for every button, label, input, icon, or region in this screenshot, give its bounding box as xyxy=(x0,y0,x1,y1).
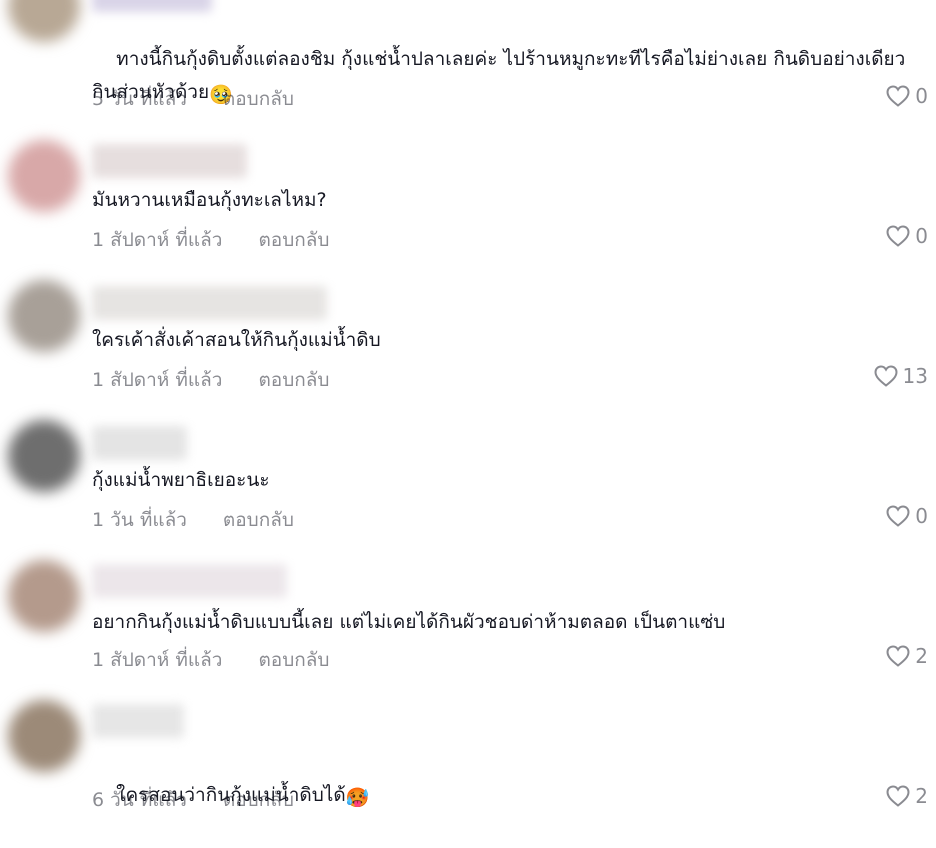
like-button[interactable]: 2 xyxy=(885,784,928,808)
timestamp: 1 สัปดาห์ ที่แล้ว xyxy=(92,369,223,391)
reply-button[interactable]: ตอบกลับ xyxy=(258,369,329,391)
reply-button[interactable]: ตอบกลับ xyxy=(258,229,329,251)
avatar[interactable] xyxy=(8,280,80,352)
comment-meta: 1 สัปดาห์ ที่แล้ว ตอบกลับ xyxy=(92,365,329,395)
reply-button[interactable]: ตอบกลับ xyxy=(258,649,329,671)
timestamp: 5 วัน ที่แล้ว xyxy=(92,88,187,110)
avatar[interactable] xyxy=(8,140,80,212)
timestamp: 1 สัปดาห์ ที่แล้ว xyxy=(92,649,223,671)
reply-button[interactable]: ตอบกลับ xyxy=(223,88,294,110)
username-redacted xyxy=(92,564,287,598)
like-count: 13 xyxy=(902,364,928,388)
timestamp: 6 วัน ที่แล้ว xyxy=(92,789,187,811)
like-button[interactable]: 0 xyxy=(885,84,928,108)
reply-button[interactable]: ตอบกลับ xyxy=(223,509,294,531)
username-redacted xyxy=(92,426,187,460)
comment-meta: 6 วัน ที่แล้ว ตอบกลับ xyxy=(92,785,294,815)
like-count: 2 xyxy=(915,644,928,668)
comment-meta: 1 วัน ที่แล้ว ตอบกลับ xyxy=(92,505,294,535)
reply-button[interactable]: ตอบกลับ xyxy=(223,789,294,811)
like-count: 0 xyxy=(915,84,928,108)
heart-icon xyxy=(874,365,898,387)
comment-text: ทางนี้กินกุ้งดิบตั้งแต่ลองชิม กุ้งแช่น้ำ… xyxy=(92,10,928,145)
heart-icon xyxy=(886,85,910,107)
comment-text: มันหวานเหมือนกุ้งทะเลไหม? xyxy=(92,189,327,211)
like-count: 0 xyxy=(915,504,928,528)
like-count: 2 xyxy=(915,784,928,808)
timestamp: 1 วัน ที่แล้ว xyxy=(92,509,187,531)
like-button[interactable]: 0 xyxy=(885,504,928,528)
comment-meta: 1 สัปดาห์ ที่แล้ว ตอบกลับ xyxy=(92,645,329,675)
avatar[interactable] xyxy=(8,420,80,492)
like-button[interactable]: 13 xyxy=(873,364,928,388)
username-redacted xyxy=(92,704,184,738)
comment-text: กุ้งแม่น้ำพยาธิเยอะนะ xyxy=(92,469,270,491)
emoji: 🥵 xyxy=(345,787,370,809)
avatar[interactable] xyxy=(8,700,80,772)
heart-icon xyxy=(886,505,910,527)
username-redacted xyxy=(92,144,247,178)
like-button[interactable]: 2 xyxy=(885,644,928,668)
like-count: 0 xyxy=(915,224,928,248)
comment-text: ใครเค้าสั่งเค้าสอนให้กินกุ้งแม่น้ำดิบ xyxy=(92,329,381,351)
comment-meta: 1 สัปดาห์ ที่แล้ว ตอบกลับ xyxy=(92,225,329,255)
avatar[interactable] xyxy=(8,560,80,632)
like-button[interactable]: 0 xyxy=(885,224,928,248)
avatar[interactable] xyxy=(8,0,80,42)
comment-text: อยากกินกุ้งแม่น้ำดิบแบบนี้เลย แต่ไม่เคยไ… xyxy=(92,611,726,633)
username-redacted xyxy=(92,286,327,320)
heart-icon xyxy=(886,225,910,247)
heart-icon xyxy=(886,785,910,807)
comment-meta: 5 วัน ที่แล้ว ตอบกลับ xyxy=(92,84,294,114)
timestamp: 1 สัปดาห์ ที่แล้ว xyxy=(92,229,223,251)
heart-icon xyxy=(886,645,910,667)
